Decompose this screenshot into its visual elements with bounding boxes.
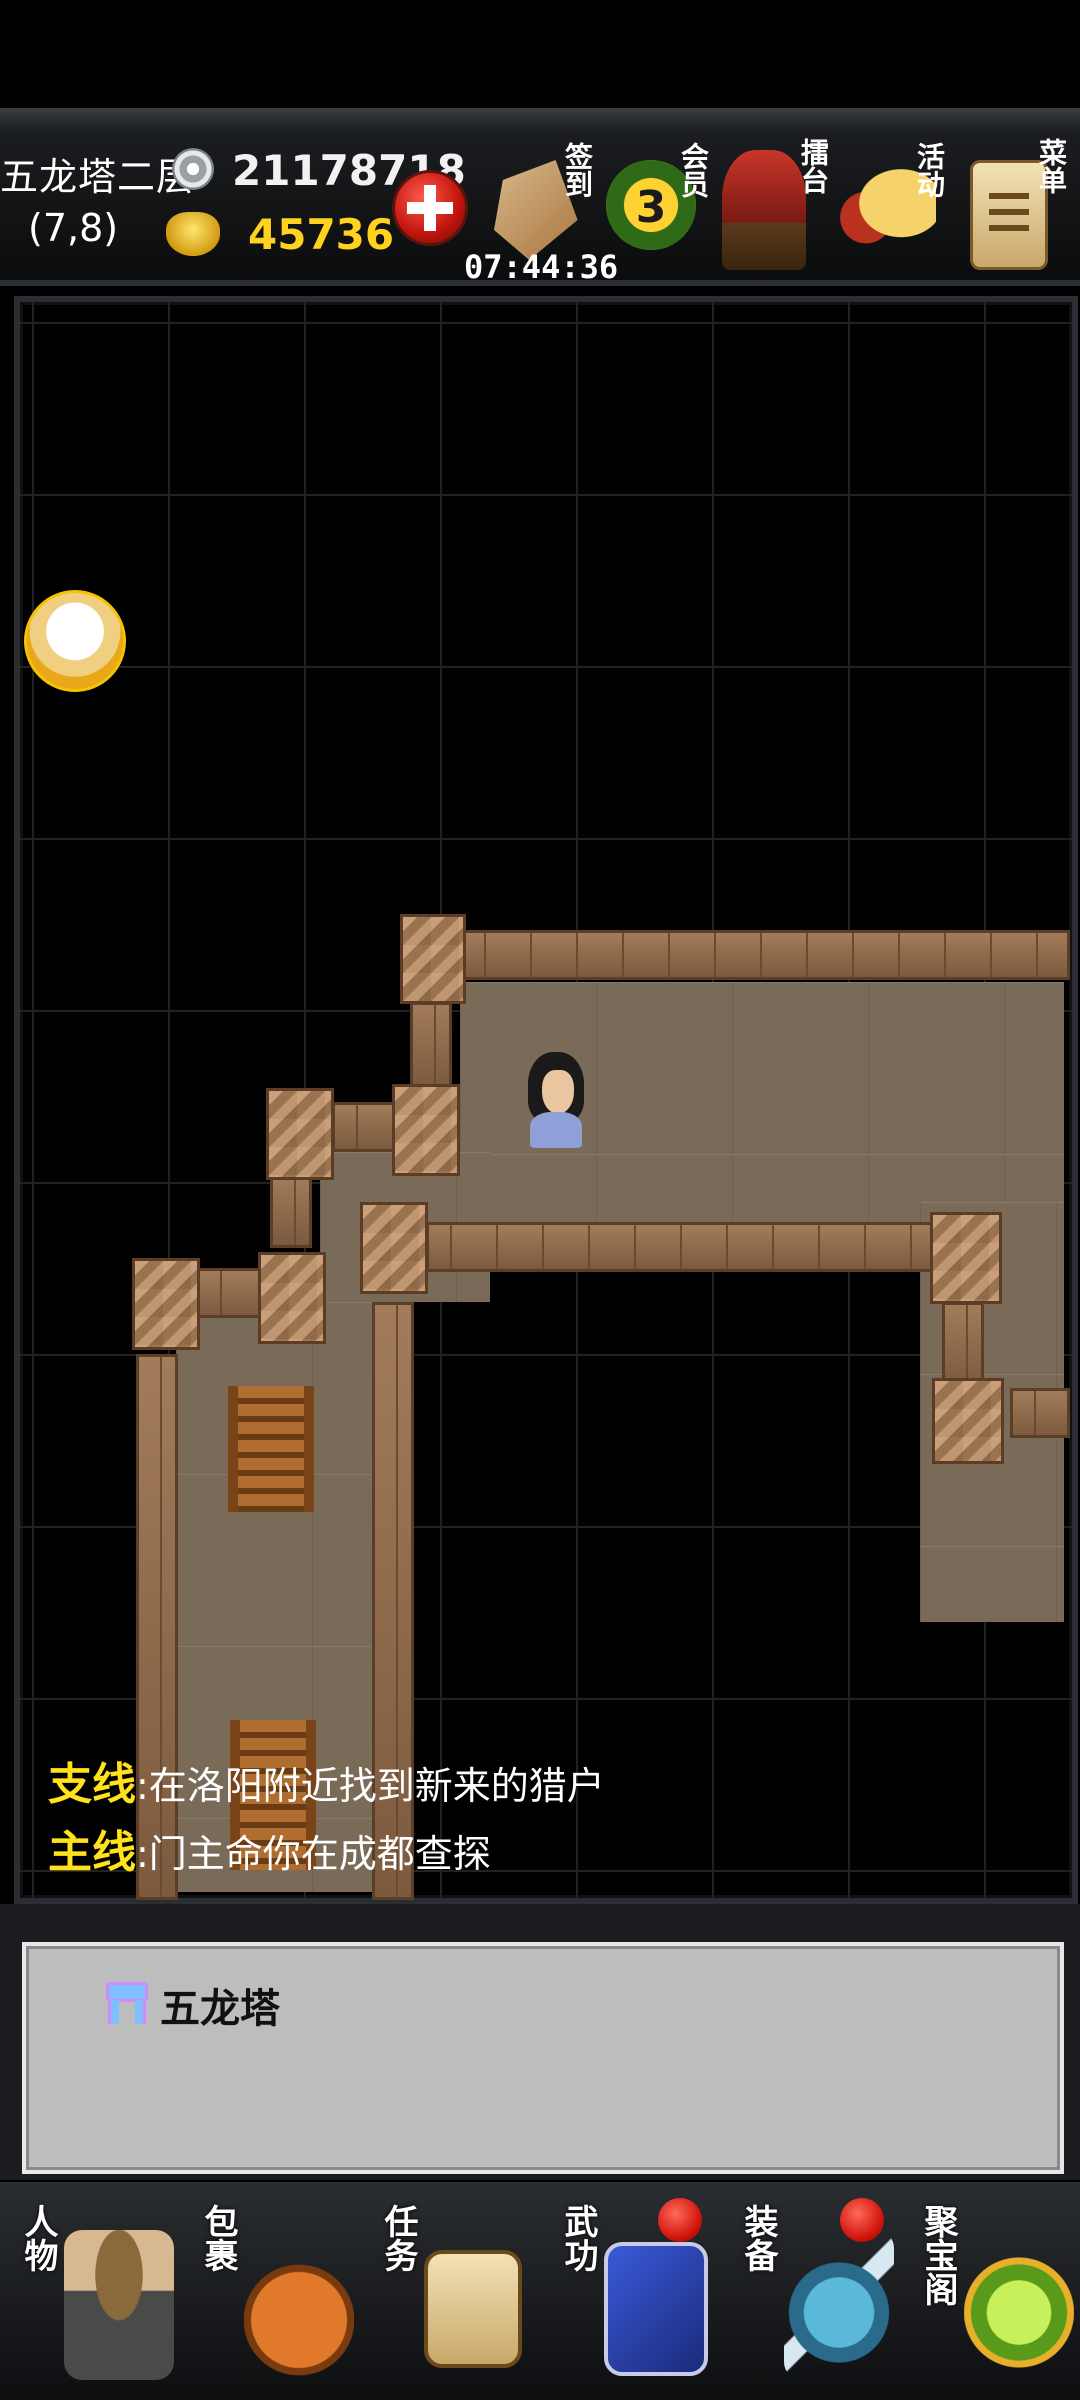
- nav-equipment[interactable]: 装备: [724, 2190, 904, 2390]
- stone-pillar: [360, 1202, 428, 1294]
- nav-character[interactable]: 人物: [4, 2190, 184, 2390]
- side-quest-tag: 支线: [48, 1759, 136, 1810]
- stone-wall: [270, 1172, 312, 1248]
- nav-label: 武功: [558, 2204, 598, 2272]
- notification-badge: [840, 2198, 884, 2242]
- stone-wall: [426, 1222, 952, 1272]
- top-frame: [0, 108, 1080, 130]
- stone-wall: [460, 930, 1070, 980]
- stone-pillar: [930, 1212, 1002, 1304]
- nav-label: 包裹: [198, 2204, 238, 2272]
- nav-label: 任务: [378, 2204, 418, 2272]
- stone-wall: [1010, 1388, 1070, 1438]
- side-quest-text: :在洛阳附近找到新来的猎户: [136, 1764, 605, 1808]
- nav-label: 装备: [738, 2204, 778, 2272]
- stone-wall: [942, 1302, 984, 1388]
- signin-timer: 07:44:36: [464, 248, 619, 286]
- recharge-plus-button[interactable]: [392, 170, 468, 246]
- nav-martial-arts[interactable]: 武功: [544, 2190, 724, 2390]
- treasure-shop-icon: [964, 2230, 1074, 2380]
- stone-pillar: [266, 1088, 334, 1180]
- location-coordinates: (7,8): [28, 206, 119, 250]
- bag-icon: [244, 2230, 354, 2380]
- task-scroll-icon: [424, 2250, 522, 2368]
- nav-treasure-shop[interactable]: 聚宝阁: [904, 2190, 1080, 2390]
- player-character[interactable]: [520, 1052, 592, 1152]
- stone-wall: [410, 1002, 452, 1088]
- stone-pillar: [400, 914, 466, 1004]
- stone-pillar: [392, 1084, 460, 1176]
- stone-pillar: [932, 1378, 1004, 1464]
- notification-badge: [658, 2198, 702, 2242]
- nav-label: 人物: [18, 2204, 58, 2272]
- arena-drum-icon[interactable]: [722, 150, 806, 270]
- ladder-exit[interactable]: [228, 1386, 314, 1512]
- equipment-icon: [784, 2230, 894, 2380]
- tower-icon: [102, 1980, 148, 2028]
- vip-label[interactable]: 会员: [677, 142, 710, 198]
- stone-pillar: [132, 1258, 200, 1350]
- gold-ingot-icon: [166, 212, 220, 256]
- info-panel-title: 五龙塔: [160, 1986, 280, 2032]
- silver-coin-icon: [172, 148, 214, 190]
- dungeon-map[interactable]: 支线:在洛阳附近找到新来的猎户 主线:门主命你在成都查探: [14, 296, 1078, 1904]
- side-quest-tracker[interactable]: 支线:在洛阳附近找到新来的猎户: [48, 1748, 605, 1812]
- character-icon: [64, 2230, 174, 2380]
- activity-label[interactable]: 活动: [913, 142, 946, 198]
- gold-amount: 45736: [248, 210, 395, 259]
- menu-label[interactable]: 菜单: [1035, 138, 1068, 194]
- arena-label[interactable]: 擂台: [797, 138, 830, 194]
- nav-label: 聚宝阁: [918, 2204, 958, 2306]
- duck-assistant-icon[interactable]: [24, 590, 126, 692]
- main-quest-text: :门主命你在成都查探: [136, 1832, 491, 1876]
- main-quest-tag: 主线: [48, 1827, 136, 1878]
- nav-tasks[interactable]: 任务: [364, 2190, 544, 2390]
- signin-label[interactable]: 签到: [561, 142, 594, 198]
- martial-book-icon: [604, 2242, 708, 2376]
- location-name: 五龙塔二层: [0, 155, 196, 199]
- main-quest-tracker[interactable]: 主线:门主命你在成都查探: [48, 1816, 491, 1880]
- nav-bag[interactable]: 包裹: [184, 2190, 364, 2390]
- stone-pillar: [258, 1252, 326, 1344]
